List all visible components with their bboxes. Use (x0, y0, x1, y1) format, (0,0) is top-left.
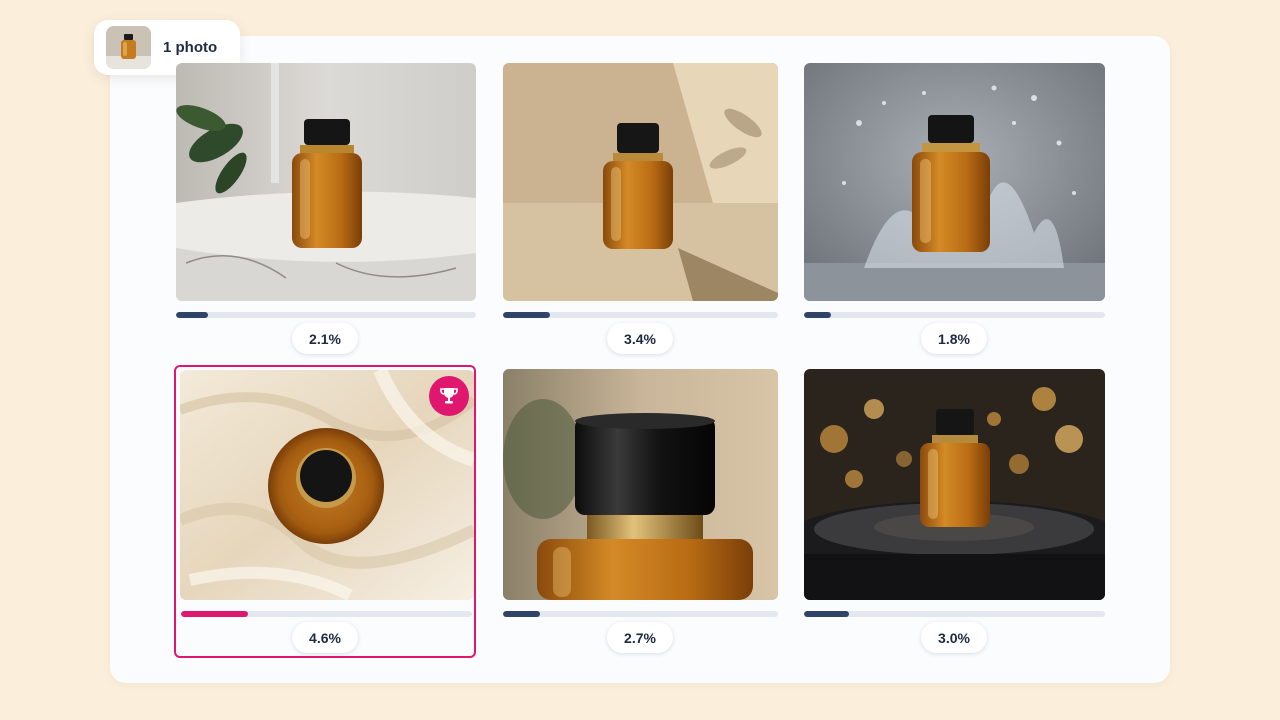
variant-image-5[interactable] (503, 369, 778, 600)
variant-image-2[interactable] (503, 63, 778, 301)
variant-bar-fill-4 (181, 611, 248, 617)
photo-count-label: 1 photo (163, 39, 218, 56)
variant-percent-1: 2.1% (292, 323, 358, 354)
variant-image-3[interactable] (804, 63, 1105, 301)
variant-bar-1 (176, 312, 476, 318)
variant-bar-fill-2 (503, 312, 550, 318)
variant-bar-6 (804, 611, 1105, 617)
variant-bar-fill-6 (804, 611, 850, 617)
variant-bar-4 (181, 611, 472, 617)
variant-bar-5 (503, 611, 778, 617)
variant-bar-fill-5 (503, 611, 541, 617)
variant-image-1[interactable] (176, 63, 476, 301)
source-photo-thumbnail (106, 26, 151, 69)
variant-bar-2 (503, 312, 778, 318)
variant-bar-3 (804, 312, 1105, 318)
variant-image-6[interactable] (804, 369, 1105, 600)
variant-bar-fill-1 (176, 312, 208, 318)
variant-percent-3: 1.8% (921, 323, 987, 354)
variant-percent-2: 3.4% (607, 323, 673, 354)
variant-percent-4: 4.6% (292, 622, 358, 653)
trophy-icon (429, 376, 469, 416)
variant-percent-6: 3.0% (921, 622, 987, 653)
variant-image-4[interactable] (180, 370, 474, 600)
variant-bar-fill-3 (804, 312, 832, 318)
variant-percent-5: 2.7% (607, 622, 673, 653)
